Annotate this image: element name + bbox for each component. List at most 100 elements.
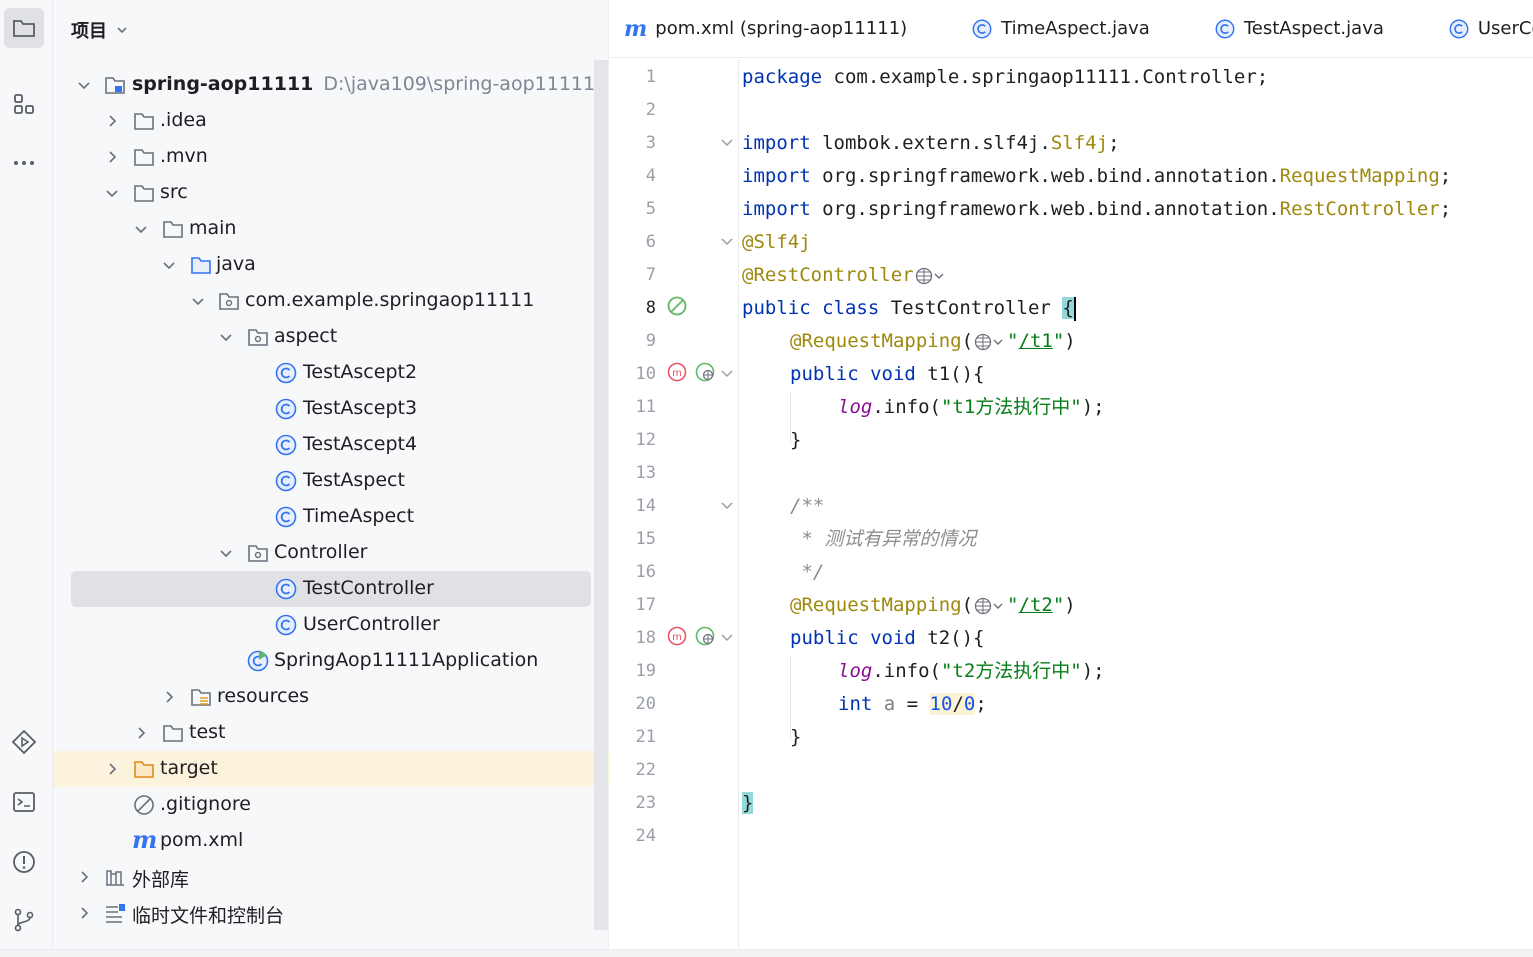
line-number[interactable]: 10 [610, 364, 656, 384]
tree-item-class[interactable]: TestAscept3 [53, 391, 609, 427]
chevron-right-icon[interactable] [105, 762, 119, 776]
tree-item-selected-class[interactable]: TestController [53, 571, 609, 607]
spring-bean-icon[interactable] [666, 295, 688, 317]
maven-icon: m [132, 825, 158, 854]
tree-item-application[interactable]: SpringAop11111Application [53, 643, 609, 679]
aspect-advice-icon[interactable]: m [666, 361, 688, 383]
chevron-down-icon[interactable] [105, 186, 119, 200]
tree-item-label: .mvn [160, 145, 208, 167]
tree-item-main[interactable]: main [53, 211, 609, 247]
fold-icon[interactable] [720, 630, 734, 644]
line-number[interactable]: 18 [610, 628, 656, 648]
project-tool-button[interactable] [4, 8, 44, 48]
tree-item-gitignore[interactable]: .gitignore [53, 787, 609, 823]
code-editor[interactable]: 1 2 3 4 5 6 7 8 9 10 11 12 13 14 15 16 17 18 19 20 21 22 23 24 … [610, 59, 1533, 949]
fold-icon[interactable] [720, 498, 734, 512]
chevron-down-icon[interactable] [191, 294, 205, 308]
project-scrollbar[interactable] [594, 60, 608, 930]
project-header[interactable]: 项目 [71, 14, 129, 46]
structure-tool-button[interactable] [4, 84, 44, 124]
globe-icon[interactable] [973, 596, 1007, 616]
tree-item-test[interactable]: test [53, 715, 609, 751]
tree-item-class[interactable]: TestAspect [53, 463, 609, 499]
tree-item-class[interactable]: UserController [53, 607, 609, 643]
line-number[interactable]: 1 [610, 67, 656, 87]
folder-icon [134, 113, 154, 130]
tab-pom-xml[interactable]: m pom.xml (spring-aop11111) [610, 16, 907, 42]
line-number[interactable]: 21 [610, 727, 656, 747]
chevron-down-icon[interactable] [162, 258, 176, 272]
terminal-tool-button[interactable] [4, 782, 44, 822]
line-number[interactable]: 4 [610, 166, 656, 186]
line-number[interactable]: 23 [610, 793, 656, 813]
tree-item-resources[interactable]: resources [53, 679, 609, 715]
tab-timeaspect[interactable]: TimeAspect.java [957, 18, 1150, 40]
line-number[interactable]: 7 [610, 265, 656, 285]
git-tool-button[interactable] [4, 900, 44, 940]
chevron-down-icon[interactable] [77, 78, 91, 92]
tree-item-pom[interactable]: m pom.xml [53, 823, 609, 859]
tree-item-class[interactable]: TestAscept4 [53, 427, 609, 463]
tree-item-label: TestAscept3 [303, 397, 418, 419]
line-number[interactable]: 3 [610, 133, 656, 153]
line-number[interactable]: 9 [610, 331, 656, 351]
more-tools-button[interactable] [4, 143, 44, 183]
tree-item-src[interactable]: src [53, 175, 609, 211]
class-icon [1215, 19, 1235, 38]
line-number[interactable]: 2 [610, 100, 656, 120]
chevron-right-icon[interactable] [162, 690, 176, 704]
line-number[interactable]: 12 [610, 430, 656, 450]
chevron-right-icon[interactable] [105, 150, 119, 164]
chevron-down-icon[interactable] [219, 330, 233, 344]
tree-item-idea[interactable]: .idea [53, 103, 609, 139]
chevron-right-icon[interactable] [134, 726, 148, 740]
line-number[interactable]: 16 [610, 562, 656, 582]
web-endpoint-icon[interactable] [694, 625, 716, 647]
line-number[interactable]: 11 [610, 397, 656, 417]
code-line-21: } [790, 726, 802, 748]
tree-item-controller-package[interactable]: Controller [53, 535, 609, 571]
globe-icon[interactable] [973, 332, 1007, 352]
code-line-12: } [790, 429, 802, 451]
code-line-19: log.info("t2方法执行中"); [838, 660, 1105, 682]
code-line-7: @RestController [742, 259, 948, 292]
line-number[interactable]: 20 [610, 694, 656, 714]
line-number[interactable]: 17 [610, 595, 656, 615]
problems-tool-button[interactable] [4, 842, 44, 882]
line-number[interactable]: 5 [610, 199, 656, 219]
line-number[interactable]: 14 [610, 496, 656, 516]
globe-icon[interactable] [914, 266, 948, 286]
chevron-right-icon[interactable] [77, 870, 91, 884]
web-endpoint-icon[interactable] [694, 361, 716, 383]
chevron-down-icon[interactable] [134, 222, 148, 236]
line-number[interactable]: 15 [610, 529, 656, 549]
tree-item-package[interactable]: com.example.springaop11111 [53, 283, 609, 319]
tree-item-java[interactable]: java [53, 247, 609, 283]
tree-item-mvn[interactable]: .mvn [53, 139, 609, 175]
aspect-advice-icon[interactable]: m [666, 625, 688, 647]
fold-icon[interactable] [720, 234, 734, 248]
tree-item-class[interactable]: TimeAspect [53, 499, 609, 535]
line-number[interactable]: 6 [610, 232, 656, 252]
tree-item-class[interactable]: TestAscept2 [53, 355, 609, 391]
tab-testaspect[interactable]: TestAspect.java [1200, 18, 1384, 40]
tree-item-scratches[interactable]: 临时文件和控制台 [53, 895, 609, 931]
run-tool-button[interactable] [4, 722, 44, 762]
chevron-down-icon[interactable] [219, 546, 233, 560]
line-number[interactable]: 24 [610, 826, 656, 846]
fold-icon[interactable] [720, 135, 734, 149]
tree-item-module[interactable]: spring-aop11111 D:\java109\spring-aop1111… [53, 67, 609, 103]
fold-icon[interactable] [720, 366, 734, 380]
tree-item-external-libraries[interactable]: 外部库 [53, 859, 609, 895]
line-number[interactable]: 19 [610, 661, 656, 681]
git-icon [14, 908, 34, 932]
tab-usercontroller[interactable]: UserCont [1434, 18, 1533, 40]
line-number[interactable]: 8 [610, 298, 656, 318]
line-number[interactable]: 13 [610, 463, 656, 483]
chevron-right-icon[interactable] [105, 114, 119, 128]
chevron-right-icon[interactable] [77, 906, 91, 920]
folder-icon [163, 725, 183, 742]
tree-item-aspect[interactable]: aspect [53, 319, 609, 355]
tree-item-target[interactable]: target [53, 751, 609, 787]
line-number[interactable]: 22 [610, 760, 656, 780]
